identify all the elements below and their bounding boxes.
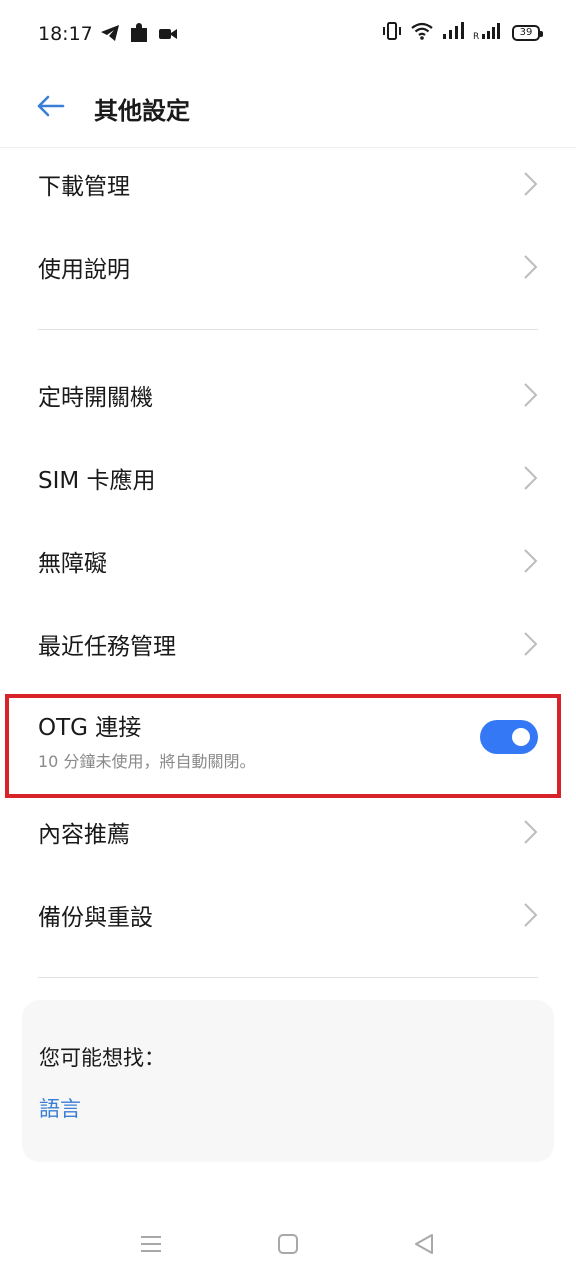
settings-item-backup-reset[interactable]: 備份與重設	[0, 873, 576, 956]
chevron-right-icon	[524, 902, 538, 927]
section-divider	[38, 977, 538, 978]
signal-icon	[442, 22, 464, 44]
status-right-icons: R 39	[382, 22, 543, 44]
menu-icon	[141, 1236, 161, 1252]
telegram-icon	[100, 24, 120, 46]
chevron-right-icon	[524, 631, 538, 656]
video-recorder-icon	[158, 26, 178, 45]
back-triangle-icon	[415, 1234, 433, 1254]
back-arrow-icon	[35, 94, 65, 122]
otg-toggle[interactable]	[480, 720, 538, 754]
chevron-right-icon	[524, 819, 538, 844]
navigation-bar	[0, 1210, 576, 1280]
suggestion-link-language[interactable]: 語言	[39, 1093, 81, 1123]
roaming-signal-icon: R	[473, 22, 503, 44]
settings-item-recent-tasks[interactable]: 最近任務管理	[0, 602, 576, 685]
settings-item-otg[interactable]: OTG 連接 10 分鐘未使用，將自動關閉。	[0, 692, 576, 796]
status-left-icons	[100, 22, 178, 48]
settings-item-label: 無障礙	[38, 550, 107, 577]
settings-item-content-recommendation[interactable]: 內容推薦	[0, 790, 576, 873]
puzzle-icon	[128, 22, 150, 48]
settings-item-label: 最近任務管理	[38, 633, 176, 660]
settings-item-label: 下載管理	[38, 173, 130, 200]
otg-subtitle: 10 分鐘未使用，將自動關閉。	[38, 752, 256, 771]
chevron-right-icon	[524, 548, 538, 573]
settings-item-label: 備份與重設	[38, 904, 153, 931]
recent-apps-button[interactable]	[131, 1224, 171, 1264]
settings-item-label: 定時開關機	[38, 384, 153, 411]
page-title: 其他設定	[94, 97, 190, 125]
settings-item-label: SIM 卡應用	[38, 467, 156, 494]
section-divider	[38, 329, 538, 330]
settings-item-label: 內容推薦	[38, 821, 130, 848]
battery-icon: 39	[512, 25, 543, 41]
settings-item-download-management[interactable]: 下載管理	[0, 142, 576, 225]
svg-text:R: R	[473, 32, 479, 40]
home-icon	[278, 1234, 298, 1254]
suggestion-card: 您可能想找： 語言	[22, 1000, 554, 1162]
wifi-icon	[411, 22, 433, 44]
chevron-right-icon	[524, 254, 538, 279]
settings-item-label: 使用說明	[38, 256, 130, 283]
otg-title: OTG 連接	[38, 715, 142, 741]
suggestion-title: 您可能想找：	[39, 1046, 165, 1070]
toggle-knob	[512, 728, 530, 746]
settings-item-user-guide[interactable]: 使用說明	[0, 225, 576, 308]
settings-item-sim-apps[interactable]: SIM 卡應用	[0, 436, 576, 519]
home-button[interactable]	[268, 1224, 308, 1264]
chevron-right-icon	[524, 465, 538, 490]
status-bar: 18:17 R 39	[0, 0, 576, 70]
chevron-right-icon	[524, 382, 538, 407]
chevron-right-icon	[524, 171, 538, 196]
settings-item-scheduled-power[interactable]: 定時開關機	[0, 353, 576, 436]
settings-item-accessibility[interactable]: 無障礙	[0, 519, 576, 602]
back-button[interactable]	[28, 88, 72, 128]
app-header: 其他設定	[0, 70, 576, 148]
vibrate-icon	[382, 22, 402, 44]
status-time: 18:17	[38, 23, 93, 45]
back-nav-button[interactable]	[404, 1224, 444, 1264]
